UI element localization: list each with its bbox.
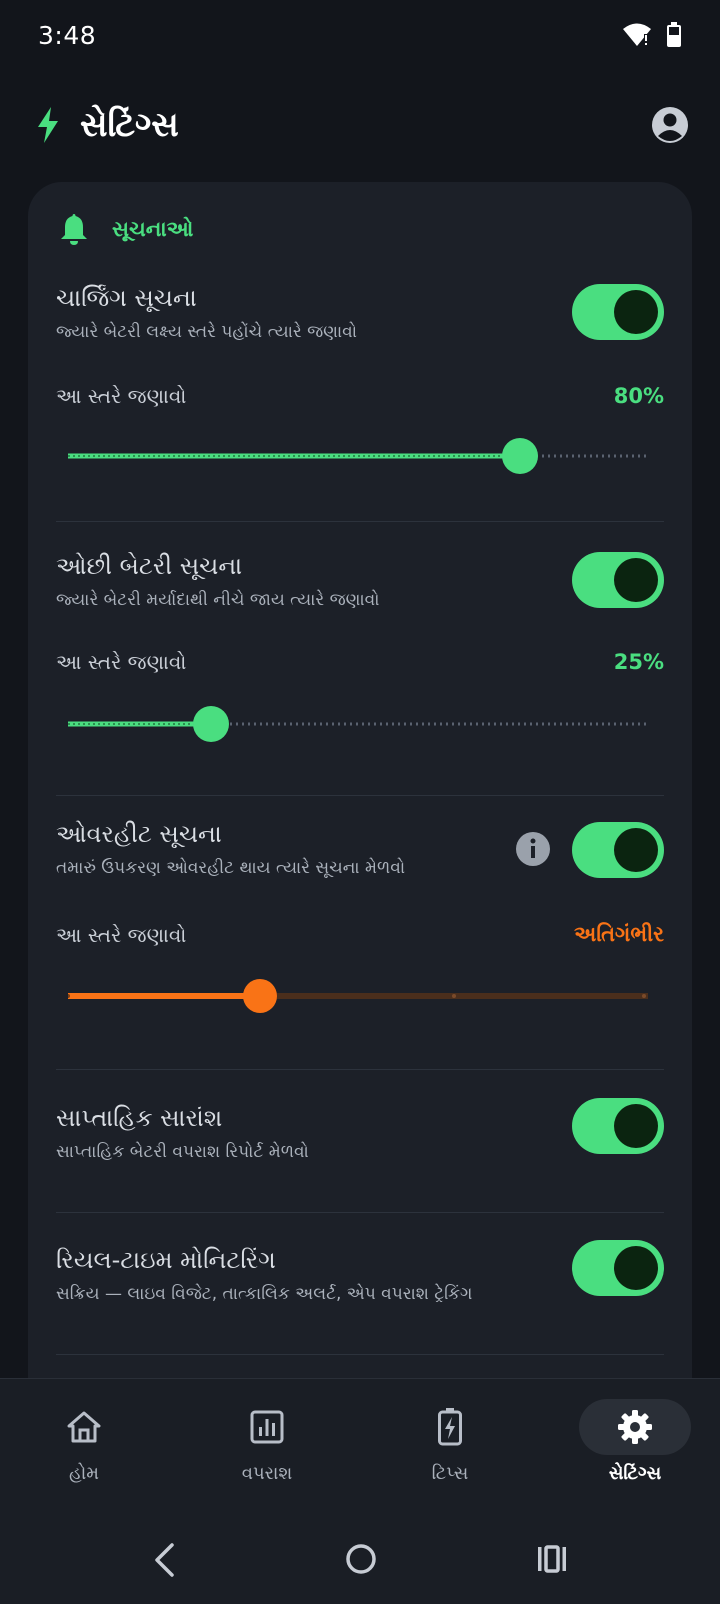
weekly-summary-toggle[interactable] bbox=[572, 1098, 664, 1154]
section-title: સૂચનાઓ bbox=[112, 216, 194, 241]
status-icons bbox=[622, 22, 682, 48]
divider bbox=[56, 521, 664, 522]
nav-label: સેટિંગ્સ bbox=[608, 1463, 662, 1484]
nav-label: વપરાશ bbox=[241, 1463, 293, 1484]
level-label: આ સ્તરે જણાવો bbox=[56, 650, 187, 674]
level-value: 80% bbox=[613, 384, 664, 408]
level-value: 25% bbox=[613, 650, 664, 674]
bell-icon bbox=[61, 214, 87, 245]
slider-thumb bbox=[193, 706, 229, 742]
nav-item-home[interactable]: હોમ bbox=[19, 1399, 149, 1499]
charging-level-slider[interactable] bbox=[68, 436, 648, 476]
app-header: સેટિંગ્સ bbox=[0, 90, 720, 160]
nav-item-usage[interactable]: વપરાશ bbox=[202, 1399, 332, 1499]
status-bar: 3:48 bbox=[0, 0, 720, 70]
nav-label: હોમ bbox=[68, 1463, 99, 1484]
low-battery-level-row: આ સ્તરે જણાવો 25% bbox=[56, 650, 664, 674]
low-battery-notification-row: ઓછી બેટરી સૂચના જ્યારે બેટરી મર્યાદાથી ન… bbox=[56, 552, 664, 610]
bolt-icon bbox=[38, 107, 58, 143]
home-circle-icon[interactable] bbox=[344, 1542, 378, 1576]
nav-item-tips[interactable]: ટિપ્સ bbox=[385, 1399, 515, 1499]
slider-thumb bbox=[243, 979, 277, 1013]
toggle-knob bbox=[614, 1246, 658, 1290]
slider-thumb bbox=[502, 438, 538, 474]
overheat-level-row: આ સ્તરે જણાવો અતિગંભીર bbox=[56, 922, 664, 947]
nav-label: ટિપ્સ bbox=[431, 1463, 469, 1484]
wifi-icon bbox=[623, 23, 651, 46]
setting-subtitle: સક્રિય — લાઇવ વિજેટ, તાત્કાલિક અલર્ટ, એપ… bbox=[56, 1284, 473, 1304]
gear-icon bbox=[618, 1410, 652, 1444]
status-time: 3:48 bbox=[38, 20, 97, 50]
info-icon[interactable] bbox=[514, 830, 552, 868]
overheat-notification-row: ઓવરહીટ સૂચના તમારું ઉપકરણ ઓવરહીટ થાય ત્ય… bbox=[56, 820, 664, 878]
toggle-knob bbox=[614, 558, 658, 602]
back-icon[interactable] bbox=[152, 1542, 176, 1578]
recents-icon[interactable] bbox=[536, 1542, 568, 1576]
divider bbox=[56, 1069, 664, 1070]
nav-item-settings[interactable]: સેટિંગ્સ bbox=[570, 1399, 700, 1499]
overheat-notification-toggle[interactable] bbox=[572, 822, 664, 878]
charging-notification-toggle[interactable] bbox=[572, 284, 664, 340]
level-value: અતિગંભીર bbox=[574, 922, 664, 946]
realtime-monitoring-row: રિયલ-ટાઇમ મોનિટરિંગ સક્રિય — લાઇવ વિજેટ,… bbox=[56, 1240, 664, 1304]
section-header: સૂચનાઓ bbox=[58, 212, 193, 246]
system-navigation bbox=[0, 1530, 720, 1590]
charging-level-row: આ સ્તરે જણાવો 80% bbox=[56, 384, 664, 408]
toggle-knob bbox=[614, 1104, 658, 1148]
setting-subtitle: જ્યારે બેટરી લક્ષ્ય સ્તરે પહોંચે ત્યારે … bbox=[56, 322, 357, 342]
level-label: આ સ્તરે જણાવો bbox=[56, 922, 187, 947]
low-battery-level-slider[interactable] bbox=[68, 704, 648, 744]
page-title: સેટિંગ્સ bbox=[80, 105, 179, 145]
toggle-knob bbox=[614, 290, 658, 334]
battery-tips-icon bbox=[438, 1408, 462, 1446]
toggle-knob bbox=[614, 828, 658, 872]
divider bbox=[56, 795, 664, 796]
setting-subtitle: સાપ્તાહિક બેટરી વપરાશ રિપોર્ટ મેળવો bbox=[56, 1142, 309, 1162]
home-icon bbox=[67, 1411, 101, 1443]
charging-notification-row: ચાર્જિંગ સૂચના જ્યારે બેટરી લક્ષ્ય સ્તરે… bbox=[56, 284, 664, 342]
nav-icon-wrap bbox=[394, 1399, 506, 1455]
weekly-summary-row: સાપ્તાહિક સારાંશ સાપ્તાહિક બેટરી વપરાશ ર… bbox=[56, 1098, 664, 1162]
notifications-card: સૂચનાઓ ચાર્જિંગ સૂચના જ્યારે બેટરી લક્ષ્… bbox=[28, 182, 692, 1422]
account-circle-icon[interactable] bbox=[650, 105, 690, 145]
realtime-monitoring-toggle[interactable] bbox=[572, 1240, 664, 1296]
usage-chart-icon bbox=[250, 1410, 284, 1444]
nav-icon-wrap bbox=[579, 1399, 691, 1455]
divider bbox=[56, 1212, 664, 1213]
setting-subtitle: જ્યારે બેટરી મર્યાદાથી નીચે જાય ત્યારે જ… bbox=[56, 590, 380, 610]
nav-icon-wrap bbox=[211, 1399, 323, 1455]
setting-subtitle: તમારું ઉપકરણ ઓવરહીટ થાય ત્યારે સૂચના મેળ… bbox=[56, 858, 406, 878]
low-battery-notification-toggle[interactable] bbox=[572, 552, 664, 608]
overheat-level-slider[interactable] bbox=[68, 976, 648, 1016]
nav-icon-wrap bbox=[28, 1399, 140, 1455]
level-label: આ સ્તરે જણાવો bbox=[56, 384, 187, 408]
divider bbox=[56, 1354, 664, 1355]
battery-icon bbox=[667, 22, 681, 47]
